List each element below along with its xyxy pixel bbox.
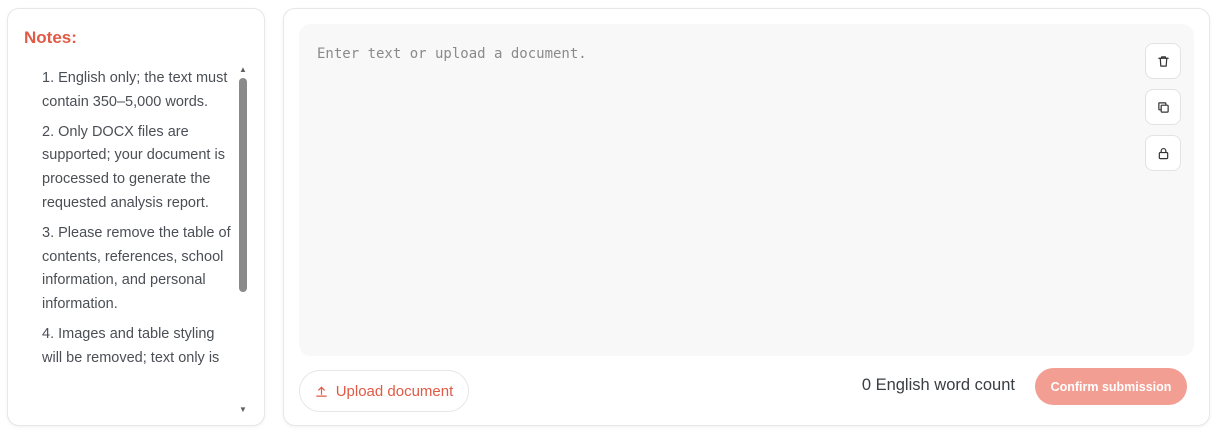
text-input[interactable] <box>299 24 1129 356</box>
note-item: 2. Only DOCX files are supported; your d… <box>42 123 225 211</box>
trash-icon <box>1157 55 1169 67</box>
notes-title: Notes: <box>24 28 77 47</box>
scroll-down-arrow-icon[interactable]: ▼ <box>237 405 249 415</box>
text-editor <box>299 24 1194 356</box>
upload-icon <box>315 386 327 397</box>
note-item: 1. English only; the text must contain 3… <box>42 70 228 110</box>
notes-panel: Notes: 1. English only; the text must co… <box>7 8 265 426</box>
copy-button[interactable] <box>1145 89 1181 125</box>
confirm-submission-button[interactable]: Confirm submission <box>1035 368 1187 405</box>
note-item: 4. Images and table styling will be remo… <box>42 325 220 366</box>
notes-scrollbar[interactable]: ▲ ▼ <box>237 65 249 415</box>
note-item: 3. Please remove the table of contents, … <box>42 224 231 313</box>
scroll-up-arrow-icon[interactable]: ▲ <box>237 65 249 75</box>
notes-scroll-area[interactable]: 1. English only; the text must contain 3… <box>8 67 240 417</box>
lock-icon <box>1158 147 1168 159</box>
word-count: 0 English word count <box>861 376 1015 394</box>
scrollbar-thumb[interactable] <box>239 78 247 292</box>
upload-button-label: Upload document <box>335 382 454 400</box>
notes-list: 1. English only; the text must contain 3… <box>8 67 234 371</box>
copy-icon <box>1157 101 1169 113</box>
lock-button[interactable] <box>1145 135 1181 171</box>
main-panel: Upload document 0 English word count Con… <box>283 8 1210 426</box>
delete-button[interactable] <box>1145 43 1181 79</box>
upload-document-button[interactable]: Upload document <box>299 370 469 412</box>
